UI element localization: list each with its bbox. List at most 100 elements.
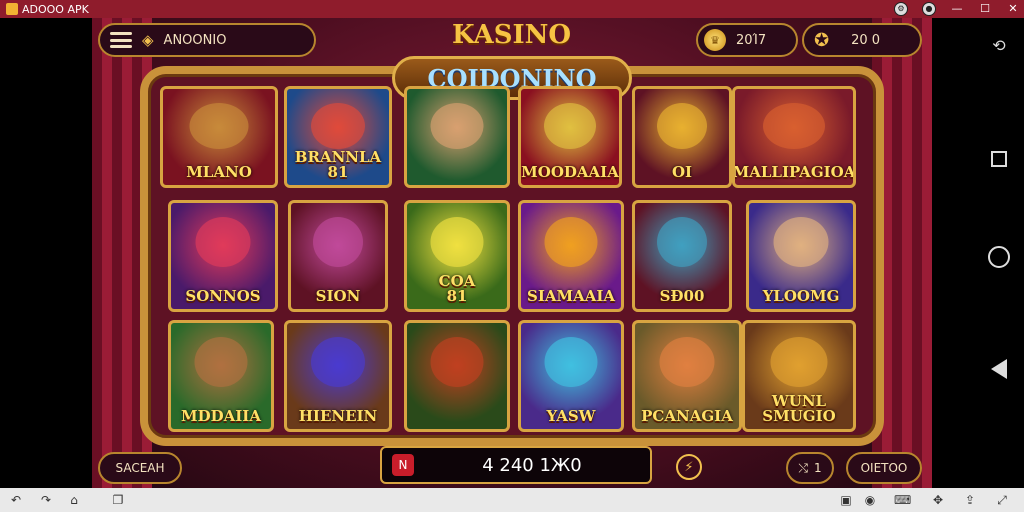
rotate-icon[interactable]: ⟲ bbox=[988, 34, 1010, 56]
tile-art bbox=[773, 217, 829, 267]
coin-icon: ♛ bbox=[704, 29, 726, 51]
tile-label: YLOOMG bbox=[762, 287, 840, 306]
tile-art bbox=[430, 337, 484, 387]
tile-label: SIAMAAIA bbox=[526, 287, 616, 306]
maximize-button[interactable]: ☐ bbox=[978, 2, 992, 16]
tile-label: COA 81 bbox=[438, 271, 476, 306]
coin-counter[interactable]: ♛ 20Ί7 bbox=[696, 23, 798, 57]
tile-art bbox=[311, 337, 365, 387]
game-tile[interactable]: YLOOMG bbox=[746, 200, 856, 312]
coin-value: 20Ί7 bbox=[736, 32, 767, 48]
tile-art bbox=[195, 217, 251, 267]
tile-label: SONNOS bbox=[185, 287, 261, 306]
undo-icon[interactable]: ↶ bbox=[8, 492, 24, 508]
gem-counter[interactable]: ✪ 20 0 bbox=[802, 23, 922, 57]
taskbar: ↶ ↷ ⌂ ❐ ▣ ◉ ⌨ ✥ ⇪ ⤢ bbox=[0, 488, 1024, 512]
tile-label: HIENEIN bbox=[298, 407, 378, 426]
menu-label: ANOONIO bbox=[163, 32, 227, 48]
game-tile[interactable]: MDDAIIA bbox=[168, 320, 274, 432]
hamburger-icon bbox=[110, 32, 132, 48]
tile-label: SION bbox=[315, 287, 361, 306]
tile-label: MOODAAIA bbox=[521, 163, 619, 182]
game-tile[interactable]: PCANAGIA bbox=[632, 320, 742, 432]
game-tile[interactable]: HIENEIN bbox=[284, 320, 392, 432]
options-button[interactable]: OIETOO bbox=[846, 452, 922, 484]
tile-art bbox=[189, 103, 249, 149]
expand-icon[interactable]: ⤢ bbox=[994, 492, 1010, 508]
balance-badge-icon: N bbox=[392, 454, 414, 476]
balance-value: 4 240 1Ж0 bbox=[482, 454, 582, 476]
home-button[interactable] bbox=[988, 246, 1010, 268]
tile-art bbox=[430, 103, 484, 149]
left-rail bbox=[0, 18, 92, 488]
record-icon[interactable]: ◉ bbox=[862, 492, 878, 508]
tile-art bbox=[311, 103, 365, 149]
tile-art bbox=[544, 217, 598, 267]
game-tile[interactable]: MOODAAIA bbox=[518, 86, 622, 188]
square-icon bbox=[991, 151, 1007, 167]
multiplier-button[interactable]: ⤭ 1 bbox=[786, 452, 834, 484]
game-tile[interactable]: COA 81 bbox=[404, 200, 510, 312]
window-titlebar: ADOOO APK ⚙ ● — ☐ ✕ bbox=[0, 0, 1024, 18]
game-tile[interactable] bbox=[404, 86, 510, 188]
game-tile[interactable]: MALLIPAGIOA bbox=[732, 86, 856, 188]
recents-button[interactable] bbox=[988, 148, 1010, 170]
copy-icon[interactable]: ❐ bbox=[110, 492, 126, 508]
star-icon: ✪ bbox=[814, 29, 830, 51]
redo-icon[interactable]: ↷ bbox=[38, 492, 54, 508]
game-tile[interactable]: SÐ00 bbox=[632, 200, 732, 312]
tile-label: BRANNLA 81 bbox=[294, 147, 382, 182]
game-tile[interactable]: OI bbox=[632, 86, 732, 188]
tile-label: PCANAGIA bbox=[641, 407, 733, 426]
tile-art bbox=[544, 103, 596, 149]
game-tile[interactable]: SIAMAAIA bbox=[518, 200, 624, 312]
game-tile[interactable]: SONNOS bbox=[168, 200, 278, 312]
game-tile[interactable] bbox=[404, 320, 510, 432]
tile-art bbox=[659, 337, 715, 387]
menu-button[interactable]: ◈ ANOONIO bbox=[98, 23, 316, 57]
window-controls: ⚙ ● — ☐ ✕ bbox=[894, 0, 1020, 18]
game-tile[interactable]: YASW bbox=[518, 320, 624, 432]
game-tile[interactable]: WUNL SMUGIO bbox=[742, 320, 856, 432]
circle-icon bbox=[988, 246, 1010, 268]
tile-art bbox=[313, 217, 363, 267]
close-button[interactable]: ✕ bbox=[1006, 2, 1020, 16]
settings-icon[interactable]: ⚙ bbox=[894, 2, 908, 16]
search-button[interactable]: SACEAH bbox=[98, 452, 182, 484]
screen-icon[interactable]: ▣ bbox=[838, 492, 854, 508]
tile-art bbox=[194, 337, 248, 387]
emulator-sidebar: ⟲ bbox=[932, 18, 1024, 488]
tile-art bbox=[763, 103, 825, 149]
tile-art bbox=[430, 217, 484, 267]
game-tile[interactable]: MLANO bbox=[160, 86, 278, 188]
keyboard-icon[interactable]: ⌨ bbox=[894, 492, 911, 508]
multiplier-value: 1 bbox=[813, 461, 822, 475]
game-viewport[interactable]: ◈ ANOONIO KASINO ♛ 20Ί7 ✪ 20 0 COIDONINO… bbox=[92, 18, 932, 488]
share-icon[interactable]: ⇪ bbox=[962, 492, 978, 508]
spin-icon[interactable]: ⚡ bbox=[676, 454, 702, 480]
swap-icon: ⤭ bbox=[798, 460, 808, 475]
tile-art bbox=[544, 337, 598, 387]
tile-label: WUNL SMUGIO bbox=[762, 391, 836, 426]
minimize-button[interactable]: — bbox=[950, 2, 964, 16]
tile-label: OI bbox=[671, 163, 693, 182]
record-icon[interactable]: ● bbox=[922, 2, 936, 16]
tile-label: MALLIPAGIOA bbox=[732, 163, 856, 182]
back-button[interactable] bbox=[988, 358, 1010, 380]
tile-label: SÐ00 bbox=[659, 287, 705, 306]
tile-art bbox=[657, 217, 707, 267]
tile-label: MLANO bbox=[186, 163, 252, 182]
game-tile[interactable]: SION bbox=[288, 200, 388, 312]
gem-value: 20 0 bbox=[851, 32, 881, 48]
tools-icon[interactable]: ✥ bbox=[930, 492, 946, 508]
tile-art bbox=[657, 103, 707, 149]
tile-label: MDDAIIA bbox=[181, 407, 261, 426]
triangle-back-icon bbox=[991, 359, 1007, 379]
tile-art bbox=[770, 337, 828, 387]
home-icon[interactable]: ⌂ bbox=[66, 492, 82, 508]
tile-label: YASW bbox=[546, 407, 596, 426]
app-icon bbox=[6, 3, 18, 15]
balance-display: N 4 240 1Ж0 bbox=[380, 446, 652, 484]
game-tile[interactable]: BRANNLA 81 bbox=[284, 86, 392, 188]
window-title: ADOOO APK bbox=[22, 2, 89, 16]
